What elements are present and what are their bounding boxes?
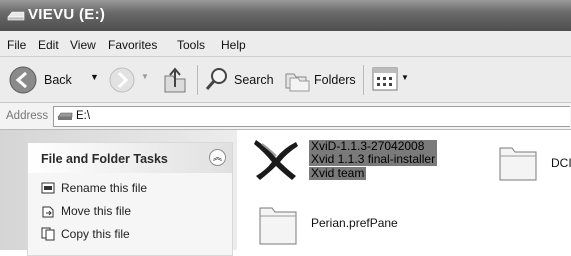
xvid-icon: [254, 140, 298, 180]
toolbar-separator: [197, 65, 198, 95]
xvid-company: Xvid team: [309, 166, 367, 180]
window-title: VIEVU (E:): [28, 6, 106, 23]
menu-file[interactable]: File: [7, 38, 26, 52]
up-folder-icon: [164, 67, 186, 93]
views-icon: [372, 67, 398, 91]
move-icon: [42, 206, 54, 218]
folder-icon: [259, 207, 297, 245]
perian-folder-label: Perian.prefPane: [311, 216, 398, 230]
copy-file-label: Copy this file: [61, 227, 130, 241]
tasks-header[interactable]: File and Folder Tasks ︽: [28, 143, 232, 173]
copy-file-task[interactable]: Copy this file: [41, 227, 130, 241]
address-bar: Address E:\: [0, 103, 571, 130]
move-file-label: Move this file: [61, 204, 132, 218]
rename-icon: [41, 182, 55, 194]
menu-view[interactable]: View: [70, 38, 96, 52]
rename-file-label: Rename this file: [61, 181, 148, 195]
xvid-description: Xvid 1.1.3 final-installer: [309, 152, 438, 166]
xvid-label: XviD-1.1.3-27042008 Xvid 1.1.3 final-ins…: [309, 140, 438, 180]
back-arrow-icon: [9, 66, 37, 94]
search-label: Search: [234, 73, 274, 87]
folders-icon: [285, 73, 310, 92]
title-bar: VIEVU (E:): [0, 0, 571, 31]
menu-edit[interactable]: Edit: [38, 38, 59, 52]
drive-icon: [7, 11, 25, 21]
forward-arrow-icon: [109, 67, 135, 93]
search-icon: [205, 68, 227, 90]
menu-tools[interactable]: Tools: [177, 38, 205, 52]
toolbar-separator: [363, 65, 364, 95]
perian-prefpane-folder[interactable]: Perian.prefPane: [258, 202, 408, 250]
menu-bar: File Edit View Favorites Tools Help: [0, 31, 571, 57]
tasks-title: File and Folder Tasks: [41, 152, 168, 166]
menu-favorites[interactable]: Favorites: [108, 38, 157, 52]
tasks-pane: File and Folder Tasks ︽ Rename this file…: [0, 130, 237, 256]
toolbar: Back ▼ ▼ Search Folders ▼: [0, 57, 571, 103]
move-file-task[interactable]: Move this file: [41, 204, 131, 218]
address-value: E:\: [76, 110, 91, 122]
back-label: Back: [44, 73, 72, 87]
copy-icon: [41, 227, 55, 241]
back-dropdown-icon[interactable]: ▼: [90, 72, 99, 82]
rename-file-task[interactable]: Rename this file: [41, 181, 147, 195]
address-field[interactable]: E:\: [53, 106, 570, 127]
folder-icon: [499, 147, 537, 181]
dci-folder[interactable]: DCI: [498, 142, 571, 186]
file-folder-tasks-panel: File and Folder Tasks ︽ Rename this file…: [27, 142, 233, 256]
dci-folder-label: DCI: [551, 156, 571, 170]
collapse-chevron-icon[interactable]: ︽: [209, 149, 226, 166]
menu-help[interactable]: Help: [221, 38, 246, 52]
xvid-installer-file[interactable]: XviD-1.1.3-27042008 Xvid 1.1.3 final-ins…: [252, 132, 452, 190]
forward-dropdown-icon[interactable]: ▼: [141, 72, 149, 81]
address-label: Address: [6, 110, 49, 122]
content-area: File and Folder Tasks ︽ Rename this file…: [0, 130, 571, 256]
drive-icon: [57, 112, 73, 120]
views-dropdown-icon[interactable]: ▼: [401, 73, 409, 82]
folders-label: Folders: [314, 73, 356, 87]
